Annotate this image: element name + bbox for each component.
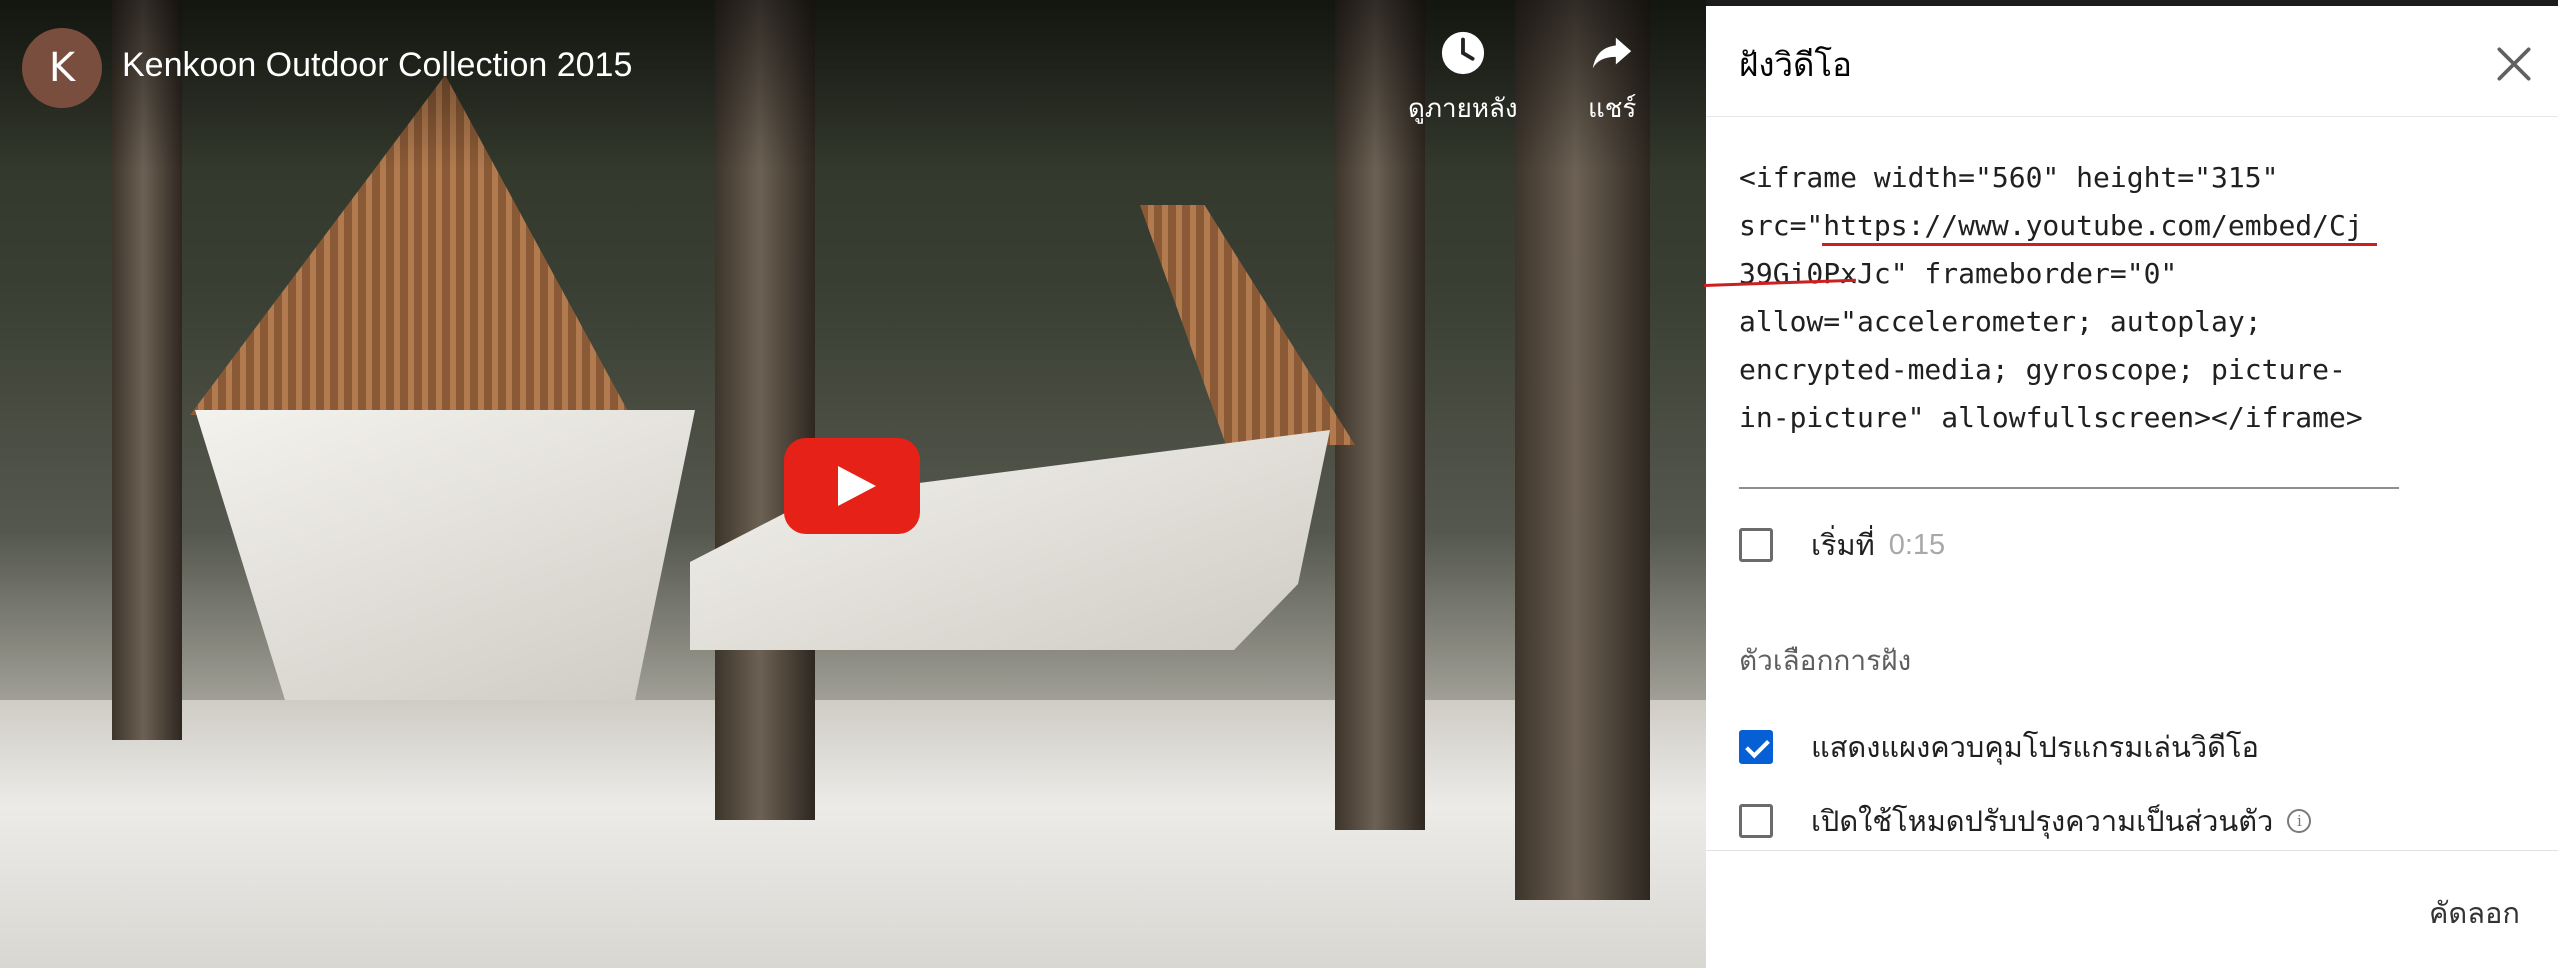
clock-icon [1441,31,1484,75]
share-label: แชร์ [1588,93,1637,123]
play-icon [838,466,876,506]
footer-divider [1706,850,2558,851]
show-controls-checkbox[interactable] [1739,730,1773,764]
embed-options-heading: ตัวเลือกการฝัง [1739,645,1912,676]
embed-dialog: ฝังวิดีโอ <iframe width="560" height="31… [1703,6,2558,968]
watch-later-button[interactable]: ดูภายหลัง [1408,30,1518,129]
chair-canopy [1140,205,1355,445]
channel-avatar[interactable]: K [22,28,102,108]
show-controls-label: แสดงแผงควบคุมโปรแกรมเล่นวิดีโอ [1811,732,2259,764]
privacy-mode-label: เปิดใช้โหมดปรับปรุงความเป็นส่วนตัว [1811,806,2274,838]
gravel-ground [0,700,1706,968]
share-arrow-icon [1593,37,1632,69]
chair-seat [195,410,695,700]
info-icon[interactable]: i [2287,809,2312,833]
start-at-checkbox[interactable] [1739,528,1773,562]
privacy-mode-row: เปิดใช้โหมดปรับปรุงความเป็นส่วนตัว i [1739,798,2312,844]
video-title[interactable]: Kenkoon Outdoor Collection 2015 [122,46,632,85]
header-divider [1706,116,2558,117]
share-button[interactable]: แชร์ [1588,30,1636,129]
start-at-label: เริ่มที่ [1811,530,1875,562]
show-controls-row: แสดงแผงควบคุมโปรแกรมเล่นวิดีโอ [1739,724,2259,770]
code-divider [1739,487,2399,489]
url-highlight-underline [1822,243,2377,246]
start-time-input[interactable]: 0:15 [1889,529,1945,562]
watch-later-label: ดูภายหลัง [1408,93,1518,123]
dialog-title: ฝังวิดีโอ [1739,46,1852,83]
copy-button[interactable]: คัดลอก [2429,890,2520,936]
embed-code-textarea[interactable]: <iframe width="560" height="315" src="ht… [1739,154,2389,442]
start-at-row: เริ่มที่ 0:15 [1739,522,1945,568]
privacy-mode-checkbox[interactable] [1739,804,1773,838]
video-player[interactable]: K Kenkoon Outdoor Collection 2015 ดูภายห… [0,0,1706,968]
close-icon[interactable] [2492,42,2536,86]
play-button[interactable] [784,438,920,534]
